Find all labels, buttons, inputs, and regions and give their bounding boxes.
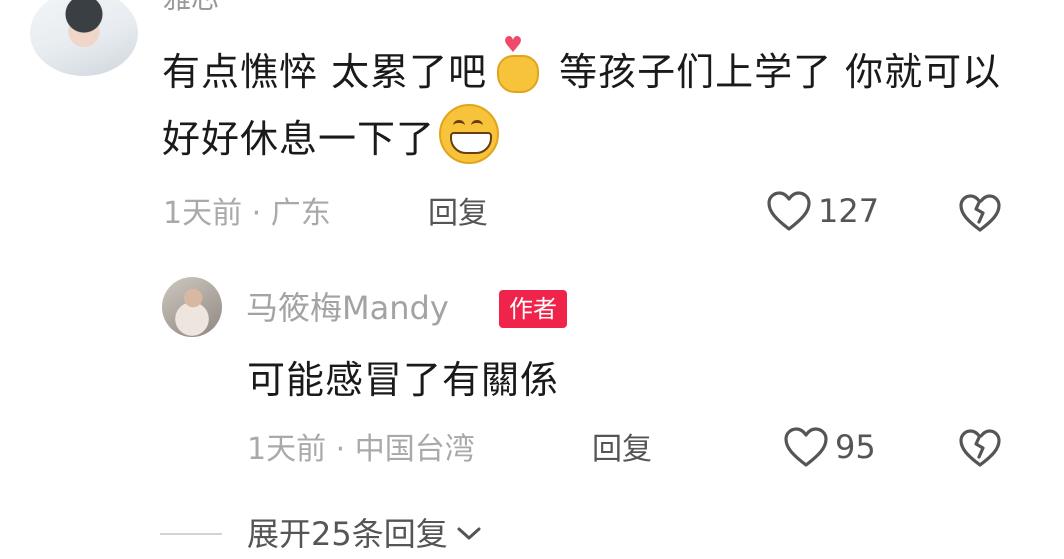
reply-reply-button[interactable]: 回复	[592, 430, 652, 470]
dislike-button[interactable]	[958, 193, 1002, 233]
reply-avatar[interactable]	[162, 277, 222, 337]
expand-replies-button[interactable]: 展开25条回复	[247, 512, 482, 556]
like-button[interactable]: 127	[766, 190, 879, 232]
commenter-username[interactable]: 雅芯	[163, 0, 219, 14]
reply-time-location: 1天前 · 中国台湾	[247, 432, 475, 467]
expand-replies-label: 展开25条回复	[247, 515, 448, 553]
reply-button[interactable]: 回复	[428, 194, 488, 234]
expand-divider	[160, 533, 222, 535]
reply-like-button[interactable]: 95	[783, 426, 876, 468]
like-count: 127	[818, 192, 880, 230]
reply-dislike-button[interactable]	[958, 428, 1002, 468]
broken-heart-icon	[958, 193, 1002, 233]
comment-text: 有点憔悴 太累了吧 ♥ 等孩子们上学了 你就可以好好休息一下了	[162, 35, 1022, 171]
finger-heart-emoji-icon: ♥	[493, 35, 540, 93]
broken-heart-icon	[958, 428, 1002, 468]
author-badge: 作者	[499, 290, 567, 328]
reply-text: 可能感冒了有關係	[247, 358, 560, 402]
heart-outline-icon	[783, 426, 829, 468]
reply-username[interactable]: 马筱梅Mandy	[246, 288, 449, 328]
grinning-face-emoji-icon	[439, 104, 500, 164]
reply-like-count: 95	[835, 428, 876, 466]
chevron-down-icon	[456, 525, 482, 543]
commenter-avatar[interactable]	[30, 0, 138, 76]
comment-text-part1: 有点憔悴 太累了吧	[162, 50, 488, 94]
comment-time-location: 1天前 · 广东	[163, 196, 331, 231]
heart-outline-icon	[766, 190, 812, 232]
